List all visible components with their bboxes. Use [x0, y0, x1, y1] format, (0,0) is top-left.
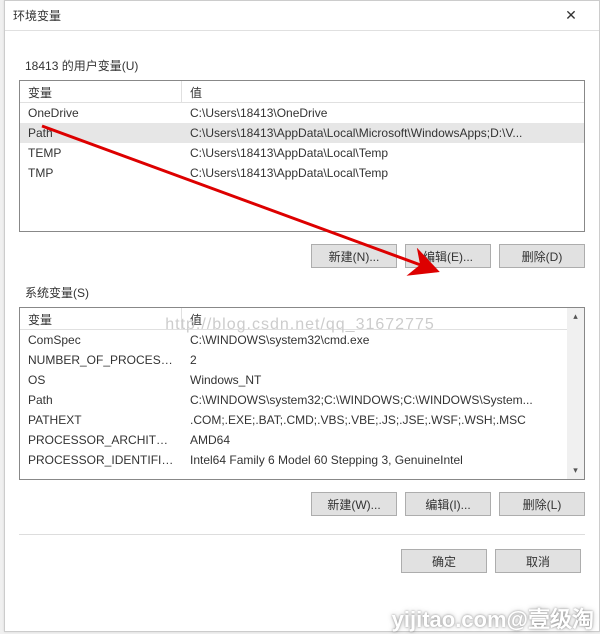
system-new-button[interactable]: 新建(W)...	[311, 492, 397, 516]
table-row[interactable]: TMPC:\Users\18413\AppData\Local\Temp	[20, 163, 584, 183]
var-value: AMD64	[182, 433, 584, 447]
var-name: NUMBER_OF_PROCESSORS	[20, 353, 182, 367]
user-edit-button[interactable]: 编辑(E)...	[405, 244, 491, 268]
col-header-value[interactable]: 值	[182, 308, 584, 329]
col-header-value[interactable]: 值	[182, 81, 584, 102]
system-vars-list[interactable]: 变量 值 ComSpecC:\WINDOWS\system32\cmd.exeN…	[19, 307, 585, 480]
var-value: C:\Users\18413\AppData\Local\Temp	[182, 166, 584, 180]
var-name: TMP	[20, 166, 182, 180]
window-title: 环境变量	[13, 7, 551, 24]
var-name: Path	[20, 393, 182, 407]
table-row[interactable]: PROCESSOR_IDENTIFIERIntel64 Family 6 Mod…	[20, 450, 584, 470]
system-vars-label: 系统变量(S)	[25, 284, 585, 301]
table-row[interactable]: PathC:\Users\18413\AppData\Local\Microso…	[20, 123, 584, 143]
var-value: .COM;.EXE;.BAT;.CMD;.VBS;.VBE;.JS;.JSE;.…	[182, 413, 584, 427]
user-vars-header: 变量 值	[20, 81, 584, 103]
table-row[interactable]: TEMPC:\Users\18413\AppData\Local\Temp	[20, 143, 584, 163]
user-delete-button[interactable]: 删除(D)	[499, 244, 585, 268]
user-vars-list[interactable]: 变量 值 OneDriveC:\Users\18413\OneDrivePath…	[19, 80, 585, 232]
var-value: C:\Users\18413\AppData\Local\Temp	[182, 146, 584, 160]
var-name: Path	[20, 126, 182, 140]
dialog-content: 18413 的用户变量(U) 变量 值 OneDriveC:\Users\184…	[5, 31, 599, 573]
col-header-name[interactable]: 变量	[20, 81, 182, 102]
scroll-up-icon[interactable]: ▴	[567, 308, 584, 325]
var-name: ComSpec	[20, 333, 182, 347]
user-button-row: 新建(N)... 编辑(E)... 删除(D)	[19, 244, 585, 268]
scroll-down-icon[interactable]: ▾	[567, 462, 584, 479]
table-row[interactable]: PathC:\WINDOWS\system32;C:\WINDOWS;C:\WI…	[20, 390, 584, 410]
system-button-row: 新建(W)... 编辑(I)... 删除(L)	[19, 492, 585, 516]
scrollbar[interactable]: ▴ ▾	[567, 308, 584, 479]
footer-button-row: 确定 取消	[19, 534, 585, 573]
var-value: C:\Users\18413\AppData\Local\Microsoft\W…	[182, 126, 584, 140]
var-name: OneDrive	[20, 106, 182, 120]
var-value: C:\WINDOWS\system32\cmd.exe	[182, 333, 584, 347]
var-value: Intel64 Family 6 Model 60 Stepping 3, Ge…	[182, 453, 584, 467]
table-row[interactable]: OSWindows_NT	[20, 370, 584, 390]
col-header-name[interactable]: 变量	[20, 308, 182, 329]
table-row[interactable]: OneDriveC:\Users\18413\OneDrive	[20, 103, 584, 123]
system-vars-body: ComSpecC:\WINDOWS\system32\cmd.exeNUMBER…	[20, 330, 584, 470]
system-edit-button[interactable]: 编辑(I)...	[405, 492, 491, 516]
var-name: PROCESSOR_ARCHITECT...	[20, 433, 182, 447]
ok-button[interactable]: 确定	[401, 549, 487, 573]
user-vars-body: OneDriveC:\Users\18413\OneDrivePathC:\Us…	[20, 103, 584, 183]
table-row[interactable]: ComSpecC:\WINDOWS\system32\cmd.exe	[20, 330, 584, 350]
var-name: PATHEXT	[20, 413, 182, 427]
user-vars-label: 18413 的用户变量(U)	[25, 57, 585, 74]
var-value: C:\WINDOWS\system32;C:\WINDOWS;C:\WINDOW…	[182, 393, 584, 407]
system-vars-header: 变量 值	[20, 308, 584, 330]
scroll-track[interactable]	[567, 325, 584, 462]
user-new-button[interactable]: 新建(N)...	[311, 244, 397, 268]
var-name: TEMP	[20, 146, 182, 160]
table-row[interactable]: NUMBER_OF_PROCESSORS2	[20, 350, 584, 370]
table-row[interactable]: PATHEXT.COM;.EXE;.BAT;.CMD;.VBS;.VBE;.JS…	[20, 410, 584, 430]
env-vars-dialog: 环境变量 ✕ 18413 的用户变量(U) 变量 值 OneDriveC:\Us…	[4, 0, 600, 632]
system-delete-button[interactable]: 删除(L)	[499, 492, 585, 516]
var-value: Windows_NT	[182, 373, 584, 387]
var-name: PROCESSOR_IDENTIFIER	[20, 453, 182, 467]
titlebar: 环境变量 ✕	[5, 1, 599, 31]
var-value: C:\Users\18413\OneDrive	[182, 106, 584, 120]
var-name: OS	[20, 373, 182, 387]
table-row[interactable]: PROCESSOR_ARCHITECT...AMD64	[20, 430, 584, 450]
cancel-button[interactable]: 取消	[495, 549, 581, 573]
close-icon[interactable]: ✕	[551, 2, 591, 30]
var-value: 2	[182, 353, 584, 367]
